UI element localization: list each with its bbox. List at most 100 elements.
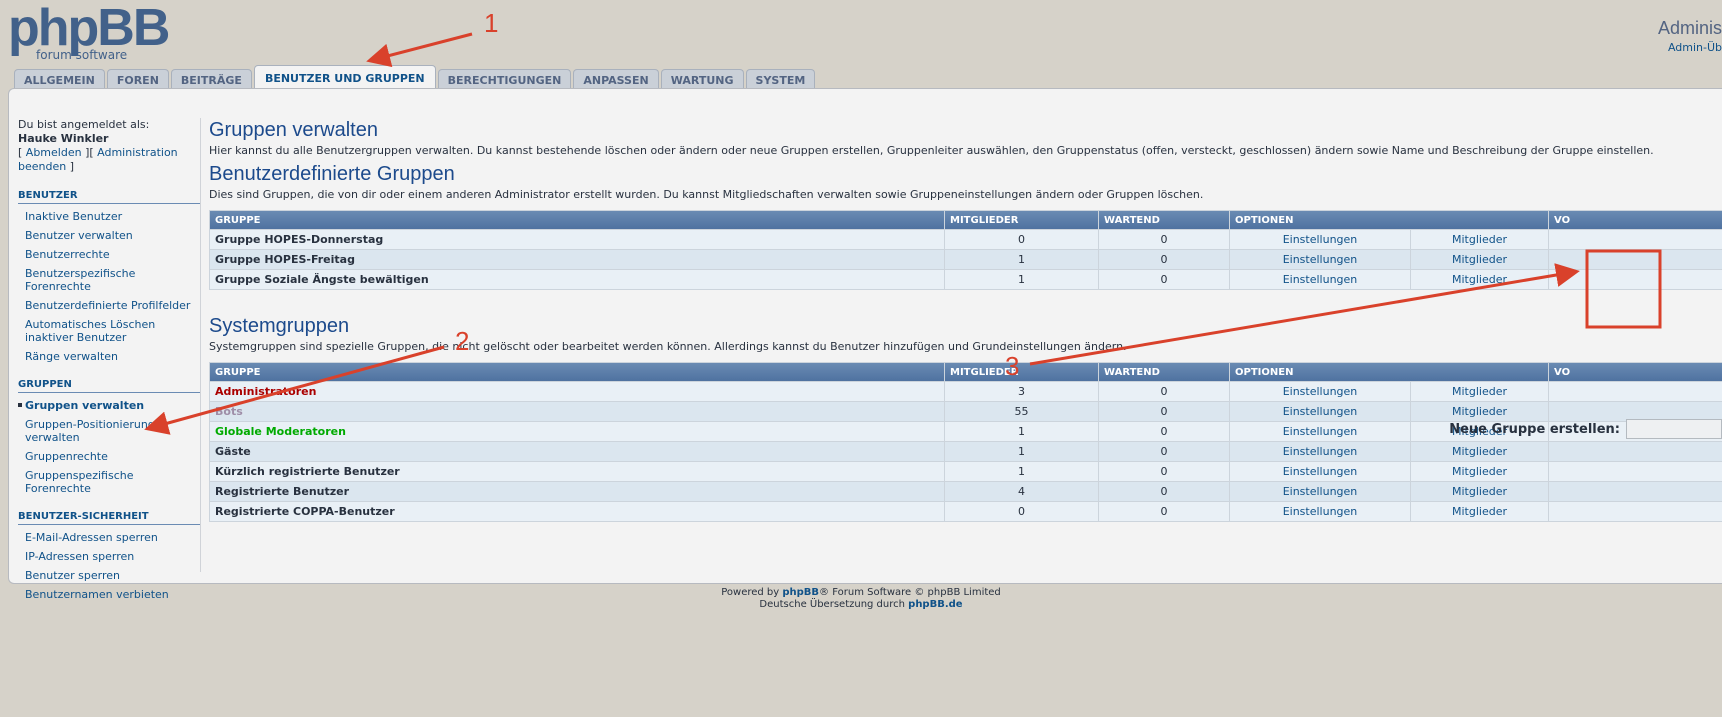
col-optionen: OPTIONEN [1230, 363, 1548, 381]
group-members-link[interactable]: Mitglieder [1411, 442, 1548, 461]
sidebar-item-inaktive-benutzer[interactable]: Inaktive Benutzer [18, 210, 200, 223]
group-pending-count: 0 [1099, 482, 1229, 501]
group-pending-count: 0 [1099, 382, 1229, 401]
annotation-arrow-1 [366, 32, 473, 68]
page-description: Hier kannst du alle Benutzergruppen verw… [209, 144, 1654, 157]
col-gruppe: GRUPPE [210, 211, 944, 229]
group-name[interactable]: Gruppe HOPES-Donnerstag [210, 230, 944, 249]
col-wartend: WARTEND [1099, 363, 1229, 381]
group-name[interactable]: Administratoren [210, 382, 944, 401]
group-settings-link[interactable]: Einstellungen [1230, 422, 1410, 441]
sidebar-item-auto-loeschen[interactable]: Automatisches Löschen inaktiver Benutzer [18, 318, 200, 344]
sidebar-item-gruppenrechte[interactable]: Gruppenrechte [18, 450, 200, 463]
group-settings-link[interactable]: Einstellungen [1230, 482, 1410, 501]
group-extra-cell [1549, 270, 1722, 289]
group-members-link[interactable]: Mitglieder [1411, 230, 1548, 249]
group-members-count: 1 [945, 270, 1098, 289]
group-members-link[interactable]: Mitglieder [1411, 482, 1548, 501]
col-optionen: OPTIONEN [1230, 211, 1548, 229]
group-members-count: 55 [945, 402, 1098, 421]
group-name[interactable]: Bots [210, 402, 944, 421]
content: Gruppen verwalten Hier kannst du alle Be… [209, 118, 1722, 522]
sidebar: Du bist angemeldet als: Hauke Winkler [ … [18, 118, 200, 601]
col-vo: VO [1549, 211, 1722, 229]
group-extra-cell [1549, 462, 1722, 481]
acp-home-link[interactable]: Admin-Üb [1668, 41, 1722, 54]
group-pending-count: 0 [1099, 502, 1229, 521]
group-members-link[interactable]: Mitglieder [1411, 250, 1548, 269]
system-groups-title: Systemgruppen [209, 315, 350, 337]
group-extra-cell [1549, 250, 1722, 269]
sidebar-item-benutzer-forenrechte[interactable]: Benutzerspezifische Forenrechte [18, 267, 200, 293]
footer-translation-text: Deutsche Übersetzung durch [759, 599, 909, 610]
sidebar-item-ip-sperren[interactable]: IP-Adressen sperren [18, 550, 200, 563]
footer-copyright: ® Forum Software © phpBB Limited [819, 587, 1001, 598]
group-members-link[interactable]: Mitglieder [1411, 382, 1548, 401]
footer-phpbb-link[interactable]: phpBB [782, 587, 819, 598]
col-mitglieder: MITGLIEDER [945, 363, 1098, 381]
logged-in-label: Du bist angemeldet als: [18, 118, 150, 131]
group-settings-link[interactable]: Einstellungen [1230, 502, 1410, 521]
table-row: Registrierte COPPA-Benutzer 0 0 Einstellung… [210, 502, 1722, 521]
username: Hauke Winkler [18, 132, 109, 145]
system-groups-description: Systemgruppen sind spezielle Gruppen, di… [209, 340, 1127, 353]
group-name[interactable]: Globale Moderatoren [210, 422, 944, 441]
annotation-label-2: 2 [455, 326, 470, 356]
sidebar-item-gruppen-positionierung[interactable]: Gruppen-Positionierung verwalten [18, 418, 200, 444]
col-wartend: WARTEND [1099, 211, 1229, 229]
group-name[interactable]: Registrierte COPPA-Benutzer [210, 502, 944, 521]
group-pending-count: 0 [1099, 250, 1229, 269]
sidebar-item-benutzer-verwalten[interactable]: Benutzer verwalten [18, 229, 200, 242]
group-settings-link[interactable]: Einstellungen [1230, 442, 1410, 461]
group-settings-link[interactable]: Einstellungen [1230, 250, 1410, 269]
sidebar-item-gruppen-verwalten[interactable]: Gruppen verwalten [18, 399, 200, 412]
group-members-count: 4 [945, 482, 1098, 501]
group-pending-count: 0 [1099, 462, 1229, 481]
footer-powered-text: Powered by [721, 587, 783, 598]
group-settings-link[interactable]: Einstellungen [1230, 402, 1410, 421]
footer-phpbbde-link[interactable]: phpBB.de [908, 599, 962, 610]
sidebar-item-gruppen-forenrechte[interactable]: Gruppenspezifische Forenrechte [18, 469, 200, 495]
group-members-link[interactable]: Mitglieder [1411, 502, 1548, 521]
page-title: Gruppen verwalten [209, 119, 378, 141]
col-gruppe: GRUPPE [210, 363, 944, 381]
group-name[interactable]: Gruppe HOPES-Freitag [210, 250, 944, 269]
sidebar-item-benutzer-sperren[interactable]: Benutzer sperren [18, 569, 200, 582]
table-row: Gäste 1 0 Einstellungen Mitglieder [210, 442, 1722, 461]
sidebar-item-raenge[interactable]: Ränge verwalten [18, 350, 200, 363]
table-row: Administratoren 3 0 Einstellungen Mitglieder [210, 382, 1722, 401]
group-pending-count: 0 [1099, 230, 1229, 249]
header-right: Adminis Admin-Üb [1658, 18, 1722, 54]
sidebar-item-profilfelder[interactable]: Benutzerdefinierte Profilfelder [18, 299, 200, 312]
custom-groups-description: Dies sind Gruppen, die von dir oder eine… [209, 188, 1204, 201]
group-members-link[interactable]: Mitglieder [1411, 462, 1548, 481]
annotation-label-1: 1 [484, 8, 499, 38]
group-name[interactable]: Registrierte Benutzer [210, 482, 944, 501]
login-info: Du bist angemeldet als: Hauke Winkler [ … [18, 118, 200, 174]
acp-title: Adminis [1657, 18, 1722, 38]
group-name[interactable]: Gruppe Soziale Ängste bewältigen [210, 270, 944, 289]
group-name[interactable]: Kürzlich registrierte Benutzer [210, 462, 944, 481]
new-group-input[interactable] [1626, 419, 1722, 439]
group-extra-cell [1549, 230, 1722, 249]
group-settings-link[interactable]: Einstellungen [1230, 462, 1410, 481]
logo-subtitle: forum software [36, 48, 128, 62]
group-settings-link[interactable]: Einstellungen [1230, 270, 1410, 289]
phpbb-logo[interactable]: phpBB forum software [8, 0, 178, 64]
group-settings-link[interactable]: Einstellungen [1230, 230, 1410, 249]
group-members-count: 0 [945, 230, 1098, 249]
sidebar-divider [200, 118, 201, 572]
table-row: Registrierte Benutzer 4 0 Einstellungen Mitg… [210, 482, 1722, 501]
group-members-link[interactable]: Mitglieder [1411, 270, 1548, 289]
custom-groups-title: Benutzerdefinierte Gruppen [209, 163, 455, 185]
sidebar-item-email-sperren[interactable]: E-Mail-Adressen sperren [18, 531, 200, 544]
col-mitglieder: MITGLIEDER [945, 211, 1098, 229]
annotation-label-3: 3 [1005, 351, 1020, 381]
footer: Powered by phpBB® Forum Software © phpBB… [0, 587, 1722, 611]
logout-link[interactable]: Abmelden [26, 146, 82, 159]
group-name[interactable]: Gäste [210, 442, 944, 461]
new-group-form: Neue Gruppe erstellen: [1449, 419, 1722, 439]
sidebar-item-benutzerrechte[interactable]: Benutzerrechte [18, 248, 200, 261]
group-settings-link[interactable]: Einstellungen [1230, 382, 1410, 401]
group-extra-cell [1549, 502, 1722, 521]
